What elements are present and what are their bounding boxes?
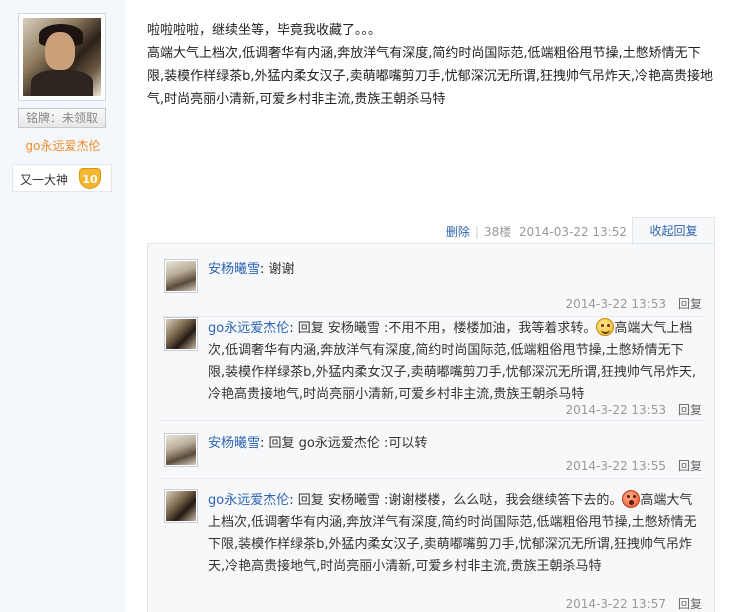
reply-message: : 回复 安杨曦雪 :不用不用，楼楼加油，我等着求转。	[289, 321, 597, 336]
nameplate-badge[interactable]: 铭牌：未领取	[18, 108, 106, 128]
reply-avatar[interactable]	[164, 433, 198, 467]
reply-item: 安杨曦雪: 回复 go永远爱杰伦 :可以转 2014-3-22 13:55 回复	[162, 421, 702, 479]
avatar-image	[23, 18, 101, 96]
post-time: 2014-03-22 13:52	[518, 225, 627, 239]
reply-time: 2014-3-22 13:55	[565, 459, 666, 473]
floor-number: 38楼	[483, 225, 512, 239]
reply-text: 安杨曦雪: 谢谢	[208, 259, 700, 281]
post-meta: 删除 | 38楼 2014-03-22 13:52	[445, 225, 627, 239]
reply-username-link[interactable]: go永远爱杰伦	[208, 321, 289, 336]
reply-avatar[interactable]	[164, 489, 198, 523]
reply-time: 2014-3-22 13:53	[565, 403, 666, 417]
post-line: 高端大气上档次,低调奢华有内涵,奔放洋气有深度,简约时尚国际范,低端粗俗甩节操,…	[147, 46, 714, 107]
author-sidebar: 铭牌：未领取 go永远爱杰伦 又一大神 10	[0, 0, 126, 612]
author-avatar[interactable]	[18, 13, 106, 101]
reply-meta: 2014-3-22 13:55 回复	[565, 457, 702, 474]
reply-text: go永远爱杰伦: 回复 安杨曦雪 :不用不用，楼楼加油，我等着求转。 高端大气上档…	[208, 318, 700, 406]
reply-item: go永远爱杰伦: 回复 安杨曦雪 :谢谢楼楼，么么哒，我会继续答下去的。 高端大气…	[162, 479, 702, 612]
reply-meta: 2014-3-22 13:53 回复	[565, 401, 702, 418]
reply-meta: 2014-3-22 13:57 回复	[565, 595, 702, 612]
delete-link[interactable]: 删除	[446, 225, 470, 239]
surprised-emoji-icon	[622, 490, 641, 508]
smile-emoji-icon	[596, 318, 615, 336]
reply-item: go永远爱杰伦: 回复 安杨曦雪 :不用不用，楼楼加油，我等着求转。 高端大气上档…	[162, 317, 702, 421]
reply-meta: 2014-3-22 13:53 回复	[565, 295, 702, 312]
user-level[interactable]: 又一大神 10	[12, 164, 112, 192]
reply-username-link[interactable]: 安杨曦雪	[208, 436, 260, 451]
fold-replies-button[interactable]: 收起回复	[632, 217, 715, 243]
reply-time: 2014-3-22 13:53	[565, 297, 666, 311]
reply-item: 安杨曦雪: 谢谢 2014-3-22 13:53 回复	[162, 259, 702, 317]
reply-message: : 回复 安杨曦雪 :谢谢楼楼，么么哒，我会继续答下去的。	[289, 493, 623, 508]
level-title: 又一大神	[20, 173, 69, 187]
author-name-link[interactable]: go永远爱杰伦	[0, 137, 126, 154]
reply-list: 安杨曦雪: 谢谢 2014-3-22 13:53 回复 go永远爱杰伦: 回复 安…	[147, 243, 715, 612]
reply-button[interactable]: 回复	[678, 403, 702, 417]
reply-text: 安杨曦雪: 回复 go永远爱杰伦 :可以转	[208, 433, 700, 455]
reply-avatar[interactable]	[164, 259, 198, 293]
reply-username-link[interactable]: go永远爱杰伦	[208, 493, 289, 508]
level-number-badge: 10	[79, 168, 101, 189]
reply-avatar[interactable]	[164, 317, 198, 351]
post-tail: 删除 | 38楼 2014-03-22 13:52 收起回复	[147, 217, 715, 243]
post-content: 啦啦啦啦，继续坐等，毕竟我收藏了。。。 高端大气上档次,低调奢华有内涵,奔放洋气…	[147, 19, 717, 111]
post-line: 啦啦啦啦，继续坐等，毕竟我收藏了。。。	[147, 23, 382, 38]
reply-button[interactable]: 回复	[678, 597, 702, 611]
reply-time: 2014-3-22 13:57	[565, 597, 666, 611]
reply-text: go永远爱杰伦: 回复 安杨曦雪 :谢谢楼楼，么么哒，我会继续答下去的。 高端大气…	[208, 490, 700, 578]
reply-username-link[interactable]: 安杨曦雪	[208, 262, 260, 277]
reply-button[interactable]: 回复	[678, 297, 702, 311]
reply-button[interactable]: 回复	[678, 459, 702, 473]
reply-message: : 回复 go永远爱杰伦 :可以转	[260, 436, 428, 451]
reply-message: : 谢谢	[260, 262, 295, 277]
